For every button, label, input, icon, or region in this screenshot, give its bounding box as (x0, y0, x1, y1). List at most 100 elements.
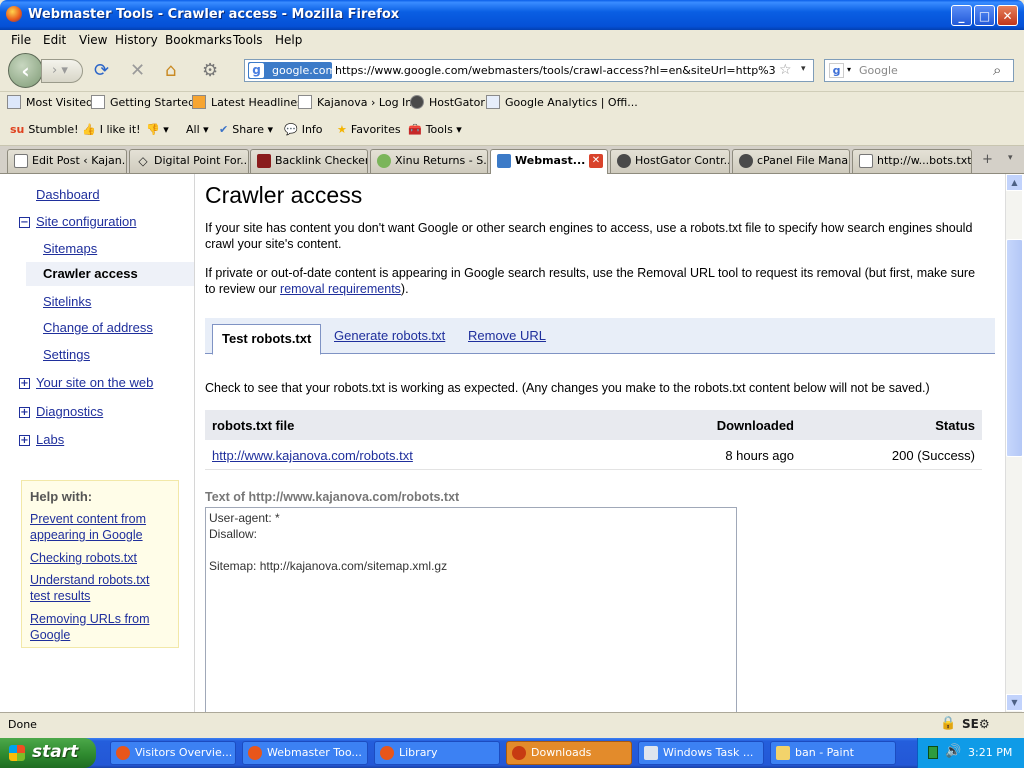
search-magnifier-icon[interactable]: ⌕ (993, 61, 1001, 79)
url-dropdown-icon[interactable]: ▾ (801, 64, 806, 74)
sidebar-item-settings[interactable]: Settings (43, 347, 90, 362)
all-dropdown[interactable]: All ▾ (186, 123, 209, 136)
firefox-icon (116, 746, 130, 760)
tab-digital-point[interactable]: ◇ Digital Point For... (129, 149, 249, 173)
maximize-button[interactable]: □ (974, 5, 995, 26)
sidebar-item-crawler-access[interactable]: Crawler access (26, 262, 194, 286)
favorites-button[interactable]: ★ Favorites (337, 123, 401, 136)
sidebar-item-change-of-address[interactable]: Change of address (43, 320, 153, 335)
tab-remove-url[interactable]: Remove URL (468, 325, 546, 354)
sidebar-item-sitemaps[interactable]: Sitemaps (43, 241, 97, 256)
tray-app-icon[interactable] (928, 746, 938, 759)
minimize-button[interactable]: _ (951, 5, 972, 26)
search-engine-dropdown-icon[interactable]: ▾ (847, 65, 851, 74)
tab-hostgator[interactable]: HostGator Contr... (610, 149, 730, 173)
sidebar-item-site-configuration[interactable]: Site configuration (36, 214, 136, 229)
expand-icon[interactable]: + (19, 407, 30, 418)
expand-icon[interactable]: + (19, 435, 30, 446)
i-like-it-button[interactable]: 👍 I like it! (82, 123, 141, 136)
column-header-downloaded: Downloaded (716, 418, 794, 433)
sidebar-item-labs[interactable]: Labs (36, 432, 64, 447)
tab-test-robots[interactable]: Test robots.txt (212, 324, 322, 355)
robots-file-link[interactable]: http://www.kajanova.com/robots.txt (212, 448, 413, 463)
scroll-down-icon[interactable]: ▼ (1006, 694, 1023, 711)
folder-icon (7, 95, 21, 109)
help-link-checking-robots[interactable]: Checking robots.txt (30, 550, 170, 566)
new-tab-icon[interactable]: + (982, 152, 993, 167)
search-bar[interactable]: g ▾ Google ⌕ (824, 59, 1014, 82)
addon-icon[interactable]: ⚙ (202, 61, 218, 81)
help-link-removing-urls[interactable]: Removing URLs from Google (30, 611, 170, 643)
taskbar-item-library[interactable]: Library (374, 741, 500, 765)
tab-xinu-returns[interactable]: Xinu Returns - S... (370, 149, 488, 173)
search-engine-icon[interactable]: g (829, 63, 844, 78)
menu-bookmarks[interactable]: Bookmarks (165, 33, 232, 47)
stumble-button[interactable]: su Stumble! (10, 123, 79, 136)
forward-button[interactable]: › ▾ (41, 59, 83, 83)
bookmark-getting-started[interactable]: Getting Started (91, 95, 195, 109)
bookmark-latest-headlines[interactable]: Latest Headlines (192, 95, 303, 109)
scroll-thumb[interactable] (1006, 239, 1023, 457)
bookmark-hostgator[interactable]: HostGator (410, 95, 485, 109)
seo-addon-icon[interactable]: SE⚙ (962, 717, 990, 731)
sidebar-item-dashboard[interactable]: Dashboard (36, 187, 100, 202)
back-button[interactable]: ‹ (8, 53, 43, 88)
bookmark-most-visited[interactable]: Most Visited (7, 95, 93, 109)
help-link-understand-results[interactable]: Understand robots.txt test results (30, 572, 170, 604)
menu-file[interactable]: File (11, 33, 31, 47)
help-box: Help with: Prevent content from appearin… (21, 480, 179, 648)
tab-list-dropdown-icon[interactable]: ▾ (1008, 153, 1013, 163)
scroll-up-icon[interactable]: ▲ (1006, 174, 1023, 191)
address-bar[interactable]: google.com g https://www.google.com/webm… (244, 59, 814, 82)
window-title: Webmaster Tools - Crawler access - Mozil… (28, 7, 400, 22)
start-button[interactable]: start (0, 738, 96, 768)
thumbs-down-button[interactable]: 👎 ▾ (146, 123, 169, 136)
sidebar-item-diagnostics[interactable]: Diagnostics (36, 404, 103, 419)
close-window-button[interactable]: ✕ (997, 5, 1018, 26)
tab-close-icon[interactable]: ✕ (589, 154, 603, 168)
bookmarks-toolbar: Most Visited Getting Started Latest Head… (0, 92, 1024, 114)
backlink-icon (257, 154, 271, 168)
tab-webmaster-tools[interactable]: Webmast... ✕ (490, 149, 608, 174)
search-placeholder[interactable]: Google (859, 64, 898, 77)
padlock-icon[interactable]: 🔒 (940, 716, 956, 731)
tab-cpanel[interactable]: cPanel File Mana... (732, 149, 850, 173)
help-link-prevent-content[interactable]: Prevent content from appearing in Google (30, 511, 170, 543)
volume-icon[interactable]: 🔊 (945, 744, 961, 759)
share-button[interactable]: ✔ Share ▾ (219, 123, 273, 136)
sidebar-item-your-site-on-the-web[interactable]: Your site on the web (36, 375, 153, 390)
digital-point-icon: ◇ (138, 154, 148, 168)
expand-icon[interactable]: + (19, 378, 30, 389)
vertical-scrollbar[interactable]: ▲ ▼ (1005, 174, 1023, 712)
menu-edit[interactable]: Edit (43, 33, 66, 47)
tab-backlink-checker[interactable]: Backlink Checker (250, 149, 368, 173)
removal-paragraph: If private or out-of-date content is app… (205, 266, 976, 296)
clock[interactable]: 3:21 PM (968, 746, 1012, 759)
taskbar-item-windows-task-manager[interactable]: Windows Task ... (638, 741, 764, 765)
taskbar-item-downloads[interactable]: Downloads (506, 741, 632, 765)
collapse-icon[interactable]: − (19, 217, 30, 228)
home-icon[interactable]: ⌂ (165, 61, 176, 81)
menu-tools[interactable]: Tools (233, 33, 263, 47)
tab-generate-robots[interactable]: Generate robots.txt (334, 325, 445, 354)
removal-requirements-link[interactable]: removal requirements (280, 282, 401, 296)
bookmark-star-icon[interactable]: ☆ (779, 62, 792, 78)
hostgator-icon (410, 95, 424, 109)
menu-history[interactable]: History (115, 33, 158, 47)
reload-icon[interactable]: ⟳ (94, 61, 109, 81)
robots-textarea[interactable]: User-agent: * Disallow: Sitemap: http://… (205, 507, 737, 712)
bookmark-kajanova-login[interactable]: Kajanova › Log In (298, 95, 412, 109)
url-text[interactable]: https://www.google.com/webmasters/tools/… (335, 64, 775, 77)
sidebar-item-sitelinks[interactable]: Sitelinks (43, 294, 91, 309)
menu-help[interactable]: Help (275, 33, 302, 47)
info-button[interactable]: 💬 Info (284, 123, 323, 136)
taskbar-item-paint[interactable]: ban - Paint (770, 741, 896, 765)
stop-icon[interactable]: ✕ (130, 61, 145, 81)
menu-view[interactable]: View (79, 33, 107, 47)
tab-robots-txt[interactable]: http://w...bots.txt (852, 149, 972, 173)
tab-edit-post[interactable]: Edit Post ‹ Kajan... (7, 149, 127, 173)
taskbar-item-visitors-overview[interactable]: Visitors Overvie... (110, 741, 236, 765)
bookmark-google-analytics[interactable]: Google Analytics | Offi... (486, 95, 638, 109)
tools-button[interactable]: 🧰 Tools ▾ (408, 123, 462, 136)
taskbar-item-webmaster-tools[interactable]: Webmaster Too... (242, 741, 368, 765)
